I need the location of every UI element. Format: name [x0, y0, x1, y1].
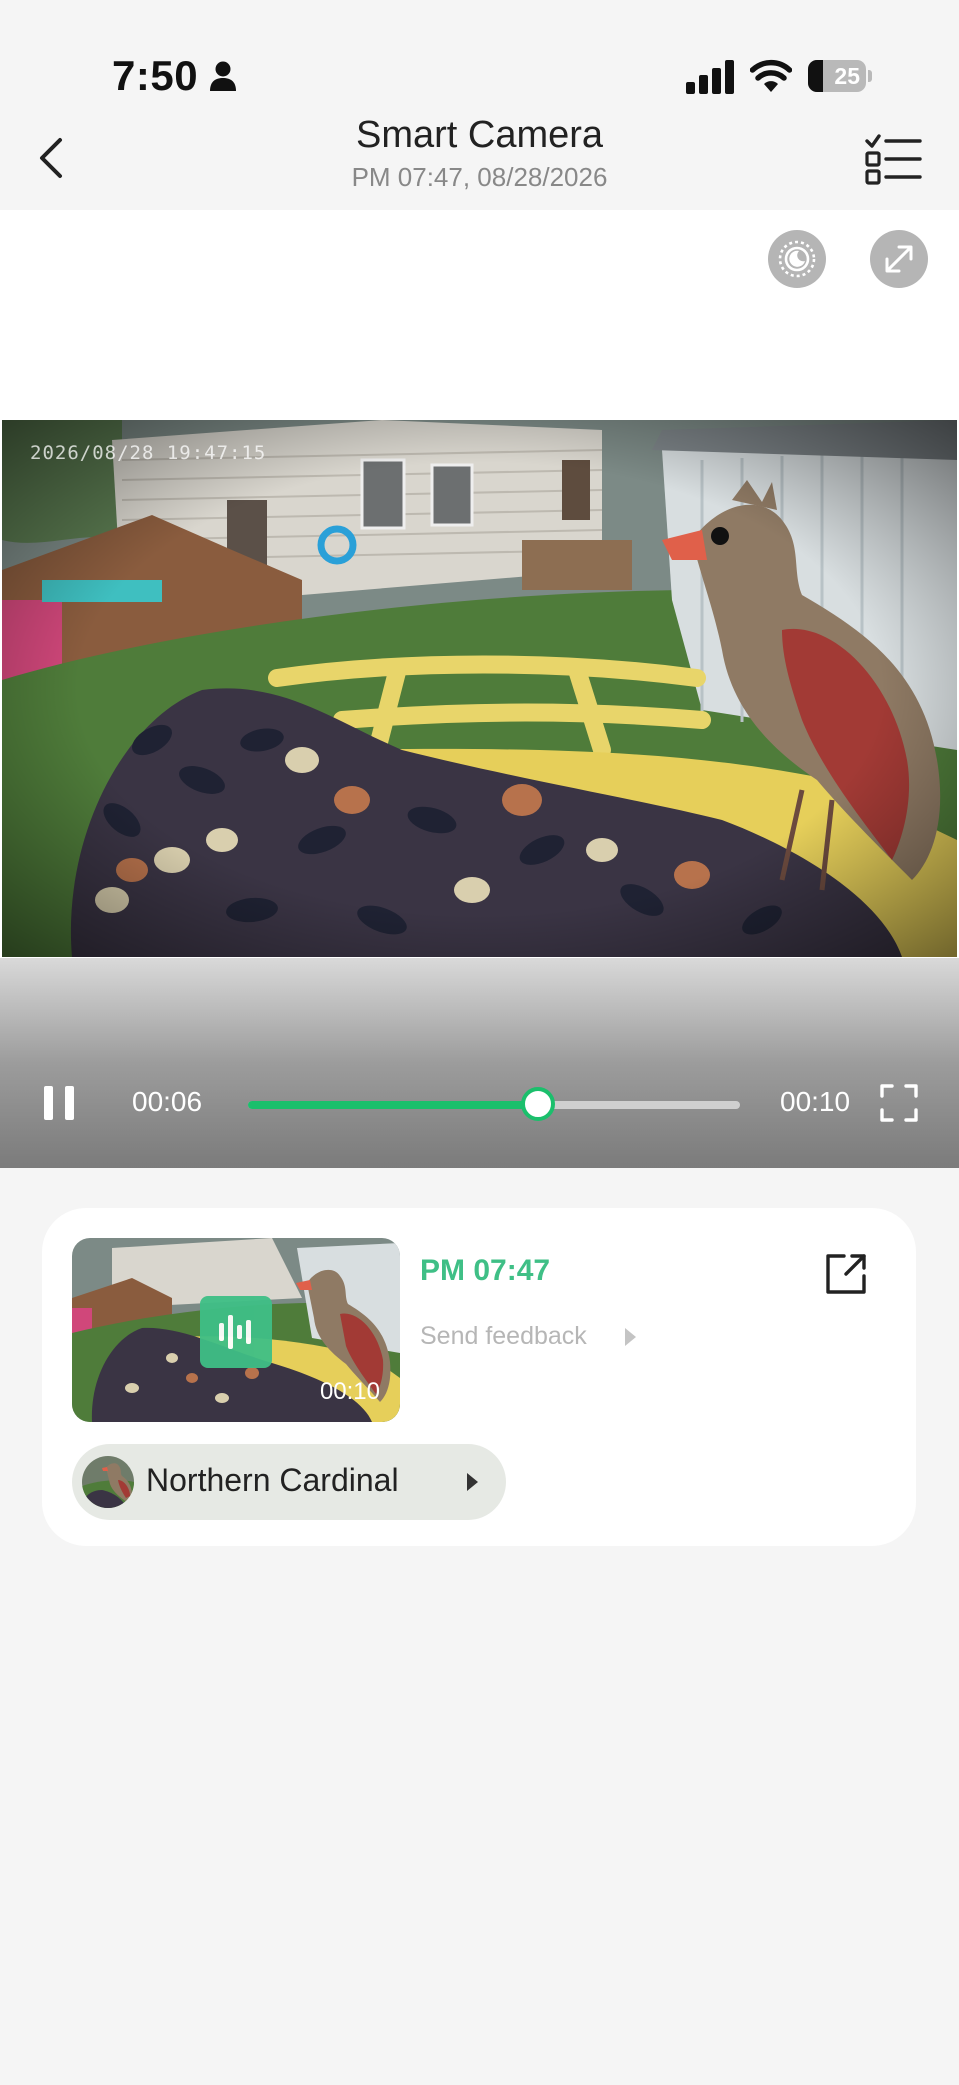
progress-fill	[248, 1101, 539, 1109]
person-icon	[210, 61, 236, 91]
night-vision-button[interactable]	[768, 230, 826, 288]
battery-level: 25	[834, 63, 860, 89]
caret-right-icon	[625, 1328, 636, 1346]
nav-header: Smart Camera PM 07:47, 08/28/2026	[0, 110, 959, 210]
video-player: 2026/08/28 19:47:15 00:06 00:10	[0, 210, 959, 1168]
page-subtitle: PM 07:47, 08/28/2026	[351, 162, 608, 192]
progress-thumb[interactable]	[521, 1087, 556, 1121]
video-frame-image	[2, 420, 957, 957]
current-time: 00:06	[132, 1086, 203, 1117]
status-time: 7:50	[112, 52, 199, 99]
progress-slider[interactable]	[248, 1087, 740, 1121]
night-vision-icon	[778, 240, 816, 278]
audio-badge	[200, 1296, 272, 1368]
checklist-icon[interactable]	[864, 132, 922, 186]
audio-wave-icon	[219, 1315, 251, 1349]
send-feedback-link[interactable]: Send feedback	[420, 1322, 587, 1351]
expand-button[interactable]	[870, 230, 928, 288]
video-frame[interactable]	[2, 420, 957, 957]
total-time: 00:10	[780, 1086, 851, 1117]
caret-right-icon	[467, 1473, 478, 1491]
fullscreen-icon[interactable]	[880, 1084, 918, 1122]
event-time: PM 07:47	[420, 1254, 551, 1287]
clip-duration: 00:10	[319, 1378, 380, 1405]
event-card[interactable]: 00:10 PM 07:47 Send feedback Northern Ca…	[42, 1208, 916, 1546]
species-name: Northern Cardinal	[146, 1462, 399, 1498]
share-icon[interactable]	[822, 1250, 870, 1298]
expand-icon	[885, 245, 913, 273]
battery-icon: 25	[808, 60, 872, 92]
playback-controls: 00:06 00:10	[0, 958, 959, 1168]
event-thumbnail[interactable]: 00:10	[72, 1238, 400, 1422]
wifi-icon	[750, 59, 792, 92]
pause-button[interactable]	[42, 1086, 78, 1122]
species-chip[interactable]: Northern Cardinal	[72, 1444, 506, 1520]
signal-icon	[686, 60, 734, 94]
species-avatar	[82, 1456, 134, 1508]
status-bar: 7:50 25	[0, 0, 959, 110]
page-title: Smart Camera	[355, 114, 604, 156]
video-timestamp-overlay: 2026/08/28 19:47:15	[30, 442, 267, 464]
